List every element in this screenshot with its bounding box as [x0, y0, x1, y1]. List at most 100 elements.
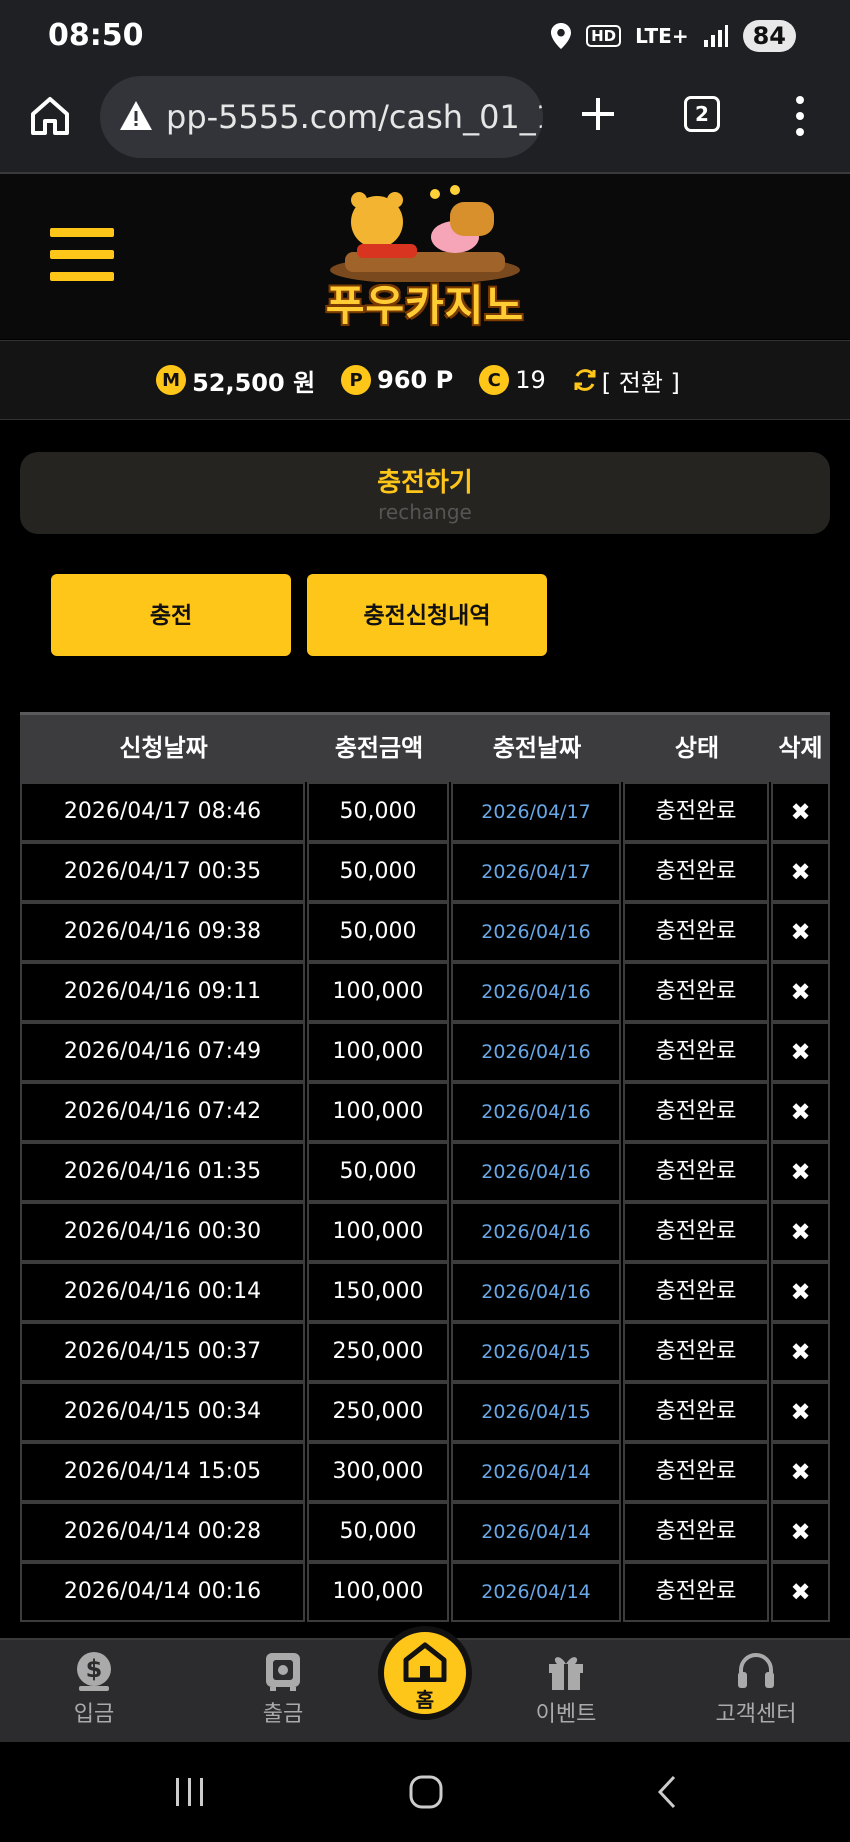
amount-cell: 250,000 — [307, 1322, 449, 1382]
recharge-history-table: 신청날짜 충전금액 충전날짜 상태 삭제 2026/04/17 08:46 50,… — [20, 712, 830, 1622]
url-text[interactable]: pp-5555.com/cash_01_1. — [166, 98, 543, 136]
charge-date-cell[interactable]: 2026/04/14 — [451, 1562, 621, 1622]
header-amount: 충전금액 — [334, 734, 424, 762]
header-request-date: 신청날짜 — [119, 734, 208, 762]
request-date-cell: 2026/04/14 00:16 — [20, 1562, 305, 1622]
address-bar[interactable]: pp-5555.com/cash_01_1. — [100, 76, 543, 158]
table-header: 신청날짜 충전금액 충전날짜 상태 삭제 — [20, 712, 830, 782]
header-status: 상태 — [674, 734, 720, 762]
header-charge-date: 충전날짜 — [492, 734, 582, 762]
amount-cell: 100,000 — [307, 1022, 449, 1082]
nav-event-label: 이벤트 — [535, 1702, 597, 1727]
delete-icon[interactable]: ✖ — [771, 1202, 830, 1262]
charge-date-cell[interactable]: 2026/04/17 — [451, 842, 621, 902]
tab-recharge-history[interactable]: 충전신청내역 — [307, 574, 547, 656]
convert-button[interactable]: [ 전환 ] — [572, 363, 680, 398]
tab-switcher-button[interactable]: 2 — [684, 96, 720, 132]
amount-cell: 50,000 — [307, 1502, 449, 1562]
section-subtitle: rechange — [378, 500, 472, 524]
nav-withdraw[interactable]: 출금 — [223, 1650, 343, 1728]
charge-date-cell[interactable]: 2026/04/14 — [451, 1442, 621, 1502]
hamburger-menu-icon[interactable] — [50, 228, 114, 284]
delete-icon[interactable]: ✖ — [771, 1142, 830, 1202]
convert-label[interactable]: [ 전환 ] — [602, 363, 680, 398]
nav-event[interactable]: 이벤트 — [506, 1650, 626, 1728]
request-date-cell: 2026/04/17 00:35 — [20, 842, 305, 902]
nav-deposit[interactable]: $ 입금 — [34, 1650, 154, 1728]
money-coin-icon: M — [156, 365, 187, 395]
nav-support-label: 고객센터 — [715, 1702, 797, 1727]
new-tab-icon[interactable] — [578, 94, 618, 134]
amount-cell: 50,000 — [307, 1142, 449, 1202]
delete-icon[interactable]: ✖ — [771, 1322, 830, 1382]
home-button-icon[interactable] — [408, 1774, 444, 1810]
recent-apps-icon[interactable] — [172, 1774, 208, 1810]
site-header: 푸우카지노 — [0, 174, 850, 339]
request-date-cell: 2026/04/16 01:35 — [20, 1142, 305, 1202]
money-balance: M 52,500 원 — [156, 363, 315, 398]
signal-icon — [703, 25, 728, 47]
delete-icon[interactable]: ✖ — [771, 1262, 830, 1322]
request-date-cell: 2026/04/16 09:11 — [20, 962, 305, 1022]
section-title: 충전하기 — [377, 468, 473, 498]
delete-icon[interactable]: ✖ — [771, 1022, 830, 1082]
table-row: 2026/04/14 00:28 50,000 2026/04/14 충전완료 ✖ — [20, 1502, 830, 1562]
refresh-icon[interactable] — [572, 367, 598, 393]
charge-date-cell[interactable]: 2026/04/16 — [451, 1022, 621, 1082]
table-body: 2026/04/17 08:46 50,000 2026/04/17 충전완료 ✖ 202… — [20, 782, 830, 1622]
charge-date-cell[interactable]: 2026/04/14 — [451, 1502, 621, 1562]
charge-date-cell[interactable]: 2026/04/16 — [451, 1202, 621, 1262]
table-row: 2026/04/17 08:46 50,000 2026/04/17 충전완료 ✖ — [20, 782, 830, 842]
request-date-cell: 2026/04/16 00:30 — [20, 1202, 305, 1262]
table-row: 2026/04/17 00:35 50,000 2026/04/17 충전완료 ✖ — [20, 842, 830, 902]
charge-date-cell[interactable]: 2026/04/17 — [451, 782, 621, 842]
request-date-cell: 2026/04/15 00:34 — [20, 1382, 305, 1442]
status-cell: 충전완료 — [623, 1322, 769, 1382]
delete-icon[interactable]: ✖ — [771, 962, 830, 1022]
nav-deposit-label: 입금 — [73, 1702, 115, 1727]
request-date-cell: 2026/04/16 07:42 — [20, 1082, 305, 1142]
status-time: 08:50 — [48, 18, 144, 53]
delete-icon[interactable]: ✖ — [771, 1442, 830, 1502]
delete-icon[interactable]: ✖ — [771, 782, 830, 842]
amount-cell: 100,000 — [307, 1082, 449, 1142]
charge-date-cell[interactable]: 2026/04/16 — [451, 962, 621, 1022]
table-row: 2026/04/16 09:38 50,000 2026/04/16 충전완료 ✖ — [20, 902, 830, 962]
nav-home[interactable]: 홈 — [378, 1626, 472, 1720]
charge-date-cell[interactable]: 2026/04/15 — [451, 1382, 621, 1442]
table-row: 2026/04/15 00:37 250,000 2026/04/15 충전완료 ✖ — [20, 1322, 830, 1382]
amount-cell: 50,000 — [307, 902, 449, 962]
site-logo[interactable]: 푸우카지노 — [305, 182, 545, 332]
tab-recharge[interactable]: 충전 — [51, 574, 291, 656]
request-date-cell: 2026/04/16 00:14 — [20, 1262, 305, 1322]
more-menu-icon[interactable] — [790, 94, 810, 138]
svg-text:$: $ — [86, 1655, 103, 1683]
home-icon — [403, 1642, 447, 1682]
warning-icon[interactable] — [118, 98, 154, 134]
delete-icon[interactable]: ✖ — [771, 1562, 830, 1622]
delete-icon[interactable]: ✖ — [771, 1502, 830, 1562]
request-date-cell: 2026/04/14 15:05 — [20, 1442, 305, 1502]
delete-icon[interactable]: ✖ — [771, 842, 830, 902]
charge-date-cell[interactable]: 2026/04/16 — [451, 902, 621, 962]
charge-date-cell[interactable]: 2026/04/15 — [451, 1322, 621, 1382]
location-icon — [551, 23, 572, 49]
money-value: 52,500 원 — [192, 368, 316, 397]
charge-date-cell[interactable]: 2026/04/16 — [451, 1082, 621, 1142]
hd-icon: HD — [586, 25, 622, 47]
nav-support[interactable]: 고객센터 — [696, 1650, 816, 1728]
charge-date-cell[interactable]: 2026/04/16 — [451, 1262, 621, 1322]
back-icon[interactable] — [650, 1774, 686, 1810]
browser-home-icon[interactable] — [28, 94, 72, 138]
bottom-nav: $ 입금 출금 홈 이벤트 고객센터 — [0, 1626, 850, 1742]
charge-date-cell[interactable]: 2026/04/16 — [451, 1142, 621, 1202]
status-cell: 충전완료 — [623, 1262, 769, 1322]
point-coin-icon: P — [341, 365, 372, 395]
status-cell: 충전완료 — [623, 1142, 769, 1202]
android-nav-bar — [0, 1742, 850, 1842]
status-cell: 충전완료 — [623, 1082, 769, 1142]
delete-icon[interactable]: ✖ — [771, 902, 830, 962]
delete-icon[interactable]: ✖ — [771, 1382, 830, 1442]
table-row: 2026/04/14 00:16 100,000 2026/04/14 충전완료 ✖ — [20, 1562, 830, 1622]
delete-icon[interactable]: ✖ — [771, 1082, 830, 1142]
